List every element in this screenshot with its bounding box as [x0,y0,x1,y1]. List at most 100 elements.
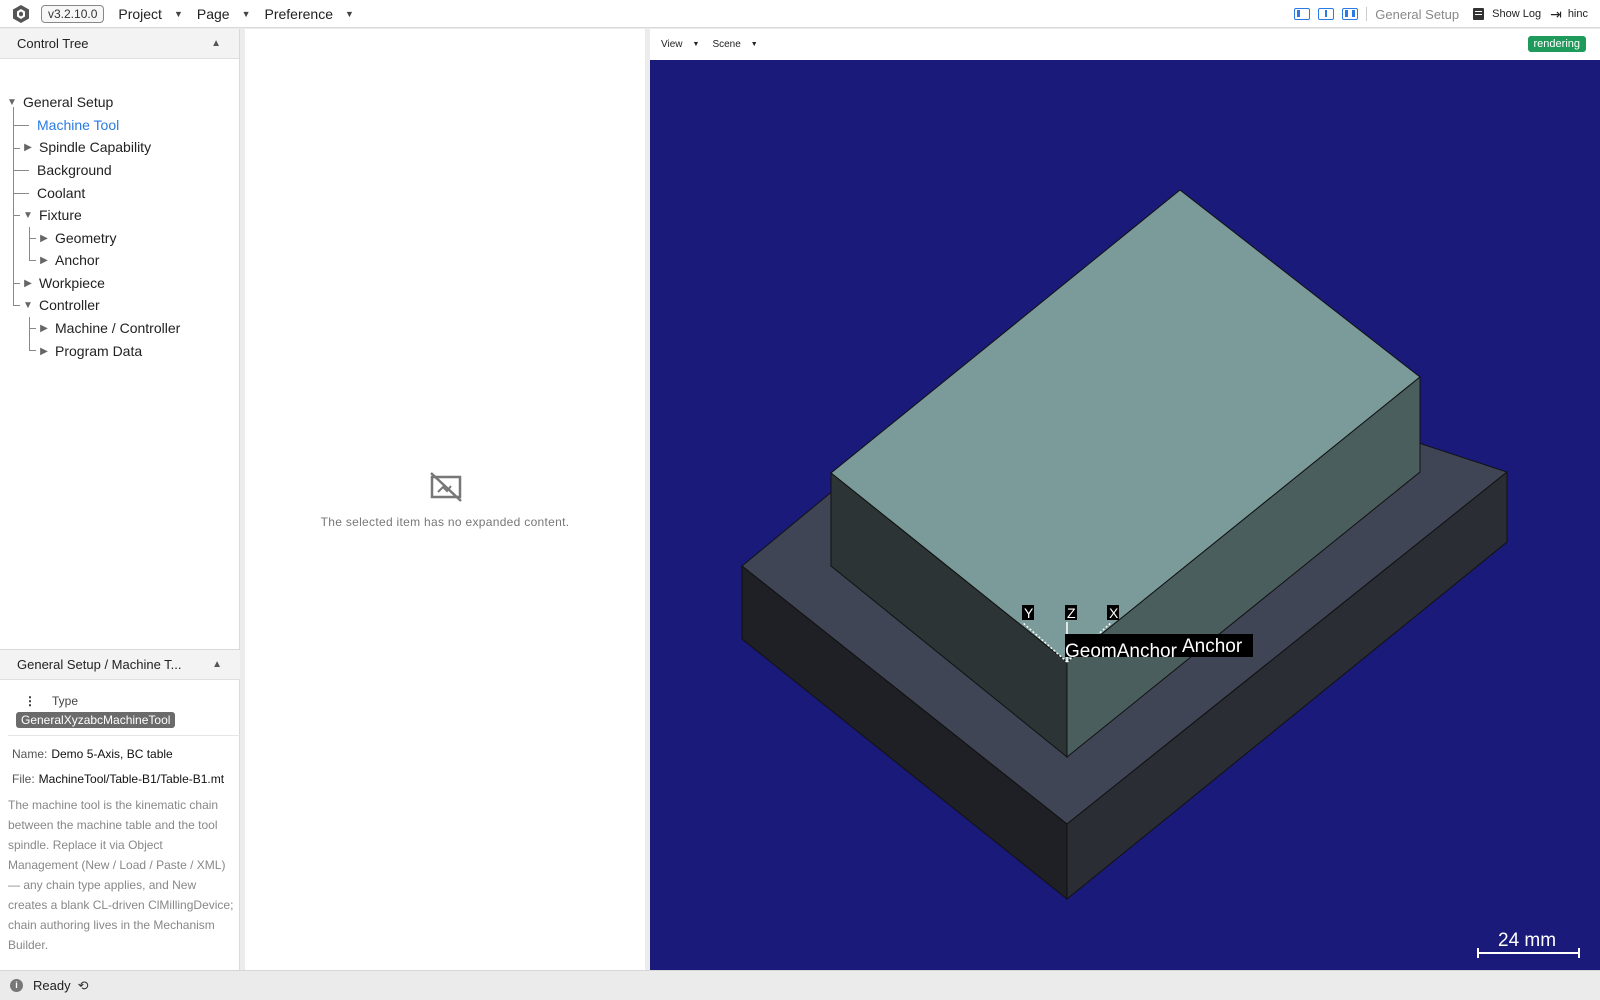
name-property: Name: Demo 5-Axis, BC table [12,747,240,761]
tree-item-fixture[interactable]: ▼ Fixture [23,204,82,226]
caret-right-icon[interactable]: ▶ [39,255,49,266]
file-property: File: MachineTool/Table-B1/Table-B1.mt [12,772,240,786]
name-label: Name: [12,747,48,761]
current-page-name: General Setup [1375,6,1460,22]
layout-split-icon[interactable] [1318,8,1335,20]
divider [1366,7,1368,21]
tree-item-coolant[interactable]: Coolant [37,182,85,204]
view-menu[interactable]: View ▼ [661,39,699,50]
top-bar: v3.2.10.0 Project ▼ Page ▼ Preference ▼ … [0,0,1600,28]
menu-page[interactable]: Page ▼ [197,6,251,22]
tree-item-anchor[interactable]: ▶ Anchor [39,249,99,271]
tree-item-background[interactable]: Background [37,159,112,181]
info-icon[interactable]: i [10,979,23,992]
z-axis-label: Z [1067,605,1076,621]
layout-three-pane-icon[interactable] [1342,8,1359,20]
history-icon[interactable]: ⟲ [78,978,89,994]
render-status-badge: rendering [1527,36,1586,52]
tree-connector [29,350,36,351]
type-tag: GeneralXyzabcMachineTool [16,712,176,728]
caret-down-icon[interactable]: ▼ [7,97,17,108]
viewport-toolbar: View ▼ Scene ▼ rendering [650,29,1600,60]
caret-right-icon[interactable]: ▶ [39,233,49,244]
tree-item-program-data[interactable]: ▶ Program Data [39,340,142,362]
caret-down-icon[interactable]: ▼ [23,210,33,221]
menu-project[interactable]: Project ▼ [118,6,183,22]
layout-left-icon[interactable] [1294,8,1311,20]
chevron-down-icon: ▼ [241,8,251,19]
control-tree-title: Control Tree [17,36,89,51]
tree-item-label: Background [37,162,112,178]
version-badge: v3.2.10.0 [41,4,105,23]
menu-project-label: Project [118,5,162,22]
tree-connector [13,283,20,284]
type-label: Type [52,694,79,708]
caret-right-icon[interactable]: ▶ [23,142,33,153]
tree-item-label: Anchor [55,252,100,268]
control-tree-header[interactable]: Control Tree ▲ [0,29,239,59]
tree-item-label: Program Data [55,343,143,359]
top-right-toolbar: General Setup Show Log ⇥ hinc [1286,0,1600,28]
tree-connector [13,193,29,194]
menu-preference[interactable]: Preference ▼ [265,6,354,22]
scale-label: 24 mm [1498,930,1556,951]
scene-canvas[interactable]: Y Z X Anchor GeomAnchor 24 mm [650,60,1600,970]
x-axis-label: X [1109,605,1119,621]
app-logo-icon[interactable] [11,4,31,24]
control-tree: ▼ General Setup Machine Tool ▶ Spindle C… [0,59,239,679]
empty-message: The selected item has no expanded conten… [320,515,570,529]
tree-connector [13,215,20,216]
collapse-up-icon[interactable]: ▲ [211,38,221,49]
caret-right-icon[interactable]: ▶ [23,278,33,289]
tree-item-general-setup[interactable]: ▼ General Setup [7,91,113,113]
tree-item-label: Machine Tool [37,117,120,133]
tree-item-label: Controller [39,297,100,313]
tree-item-machine-tool[interactable]: Machine Tool [37,114,119,136]
tree-item-machine-controller[interactable]: ▶ Machine / Controller [39,317,180,339]
name-value: Demo 5-Axis, BC table [51,747,173,761]
tree-item-spindle-capability[interactable]: ▶ Spindle Capability [23,136,151,158]
geom-anchor-label: GeomAnchor [1065,641,1178,662]
log-icon[interactable] [1473,8,1485,20]
tree-connector [29,227,30,260]
scene-menu[interactable]: Scene ▼ [712,39,757,50]
tree-item-controller[interactable]: ▼ Controller [23,294,100,316]
viewport-panel: View ▼ Scene ▼ rendering Y Z X Anchor Ge… [650,29,1600,970]
left-panel: Control Tree ▲ ▼ General Setup Machine T… [0,29,240,970]
tree-connector [13,125,29,126]
menu-page-label: Page [196,5,230,22]
3d-viewport[interactable]: Y Z X Anchor GeomAnchor 24 mm [650,60,1600,970]
tree-item-label: Spindle Capability [39,139,152,155]
description-text: The machine tool is the kinematic chain … [8,798,234,952]
show-log-button[interactable]: Show Log [1492,8,1541,20]
caret-down-icon[interactable]: ▼ [23,300,33,311]
scene-menu-label: Scene [712,39,741,50]
no-content-icon [430,472,462,502]
logout-icon[interactable]: ⇥ [1550,6,1562,23]
chevron-down-icon: ▼ [344,8,354,19]
tree-connector [29,328,36,329]
details-header[interactable]: General Setup / Machine T... ▲ [0,650,240,680]
collapse-up-icon[interactable]: ▲ [212,659,222,670]
tree-connector [29,238,36,239]
caret-right-icon[interactable]: ▶ [39,323,49,334]
details-title: General Setup / Machine T... [17,657,182,672]
tree-item-geometry[interactable]: ▶ Geometry [39,227,116,249]
view-menu-label: View [661,39,683,50]
tree-connector [29,260,36,261]
tree-item-label: Workpiece [39,275,105,291]
anchor-label: Anchor [1182,636,1243,657]
menu-preference-label: Preference [264,5,333,22]
tree-item-label: Machine / Controller [55,320,181,336]
tree-connector [13,170,29,171]
middle-panel: The selected item has no expanded conten… [245,29,645,970]
status-text: Ready [33,978,71,993]
status-bar: i Ready ⟲ [0,970,1600,1000]
tree-connector [13,305,20,306]
kebab-menu-icon[interactable]: ⋮ [24,694,36,708]
y-axis-label: Y [1024,605,1034,621]
tree-connector [29,317,30,350]
tree-item-workpiece[interactable]: ▶ Workpiece [23,272,105,294]
user-name[interactable]: hinc [1568,8,1588,20]
caret-right-icon[interactable]: ▶ [39,346,49,357]
